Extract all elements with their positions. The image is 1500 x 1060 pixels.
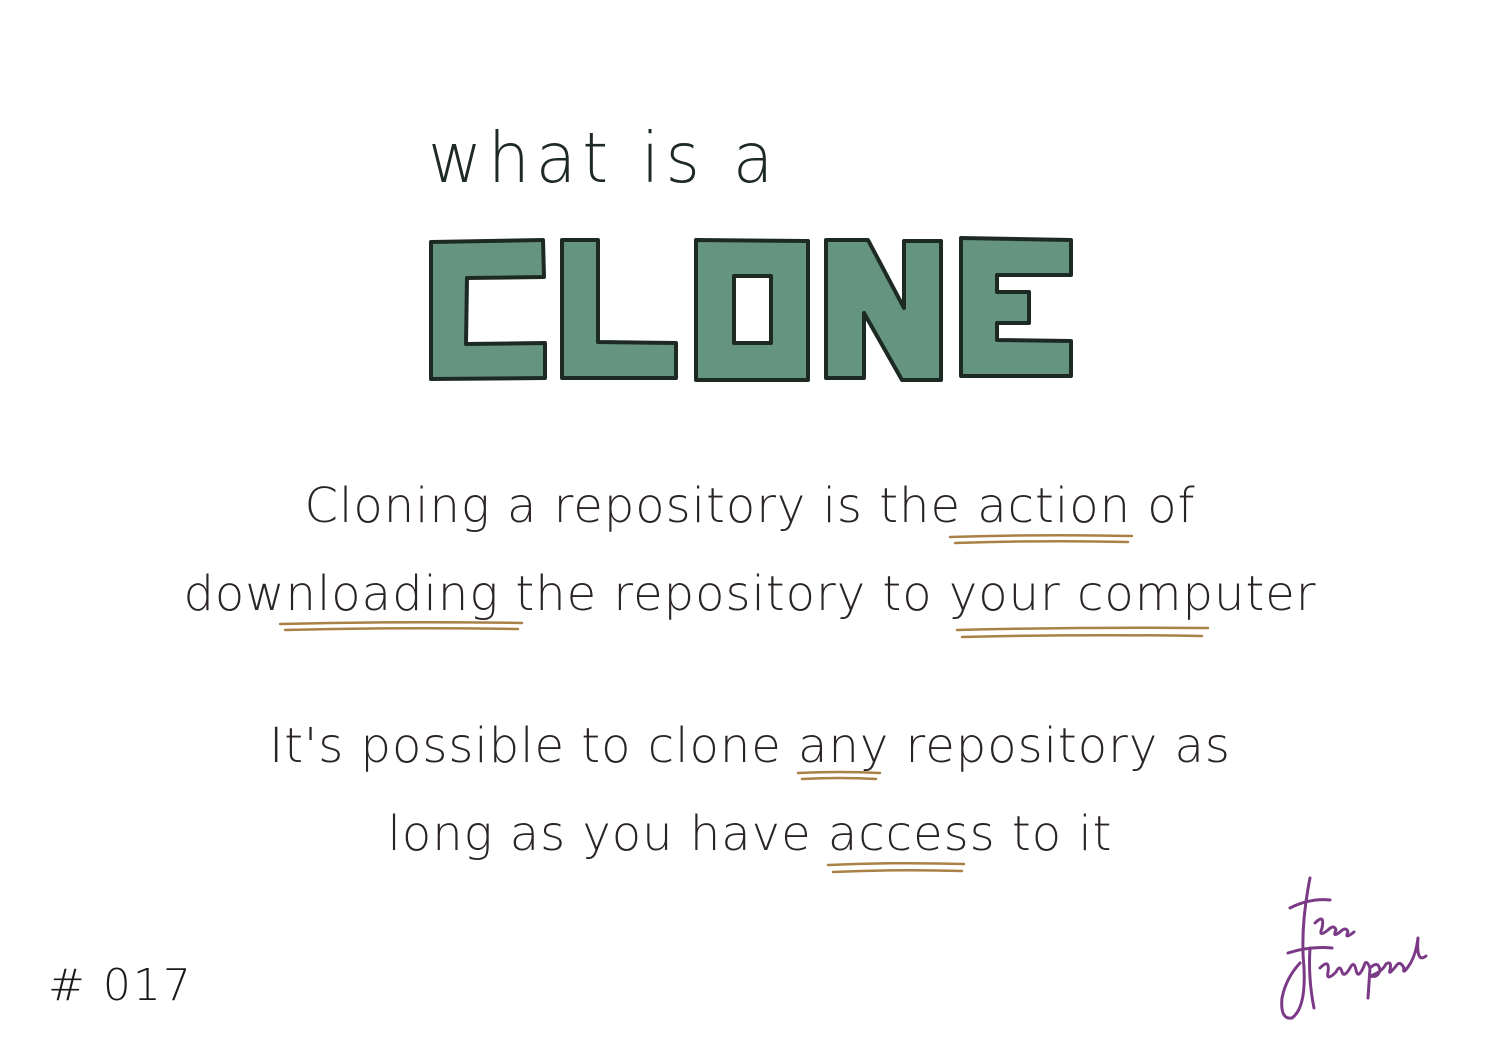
text-segment: long as you have xyxy=(387,806,828,862)
emphasis-action-of: action of xyxy=(977,478,1196,534)
card-number: # 017 xyxy=(48,960,193,1011)
underline-your-computer xyxy=(955,626,1210,639)
emphasis-access: access xyxy=(827,806,996,862)
paragraph2-line2: long as you have access to it xyxy=(0,806,1500,862)
title-clone xyxy=(429,236,1073,382)
card: what is a Cloning a repository is the ac… xyxy=(0,0,1500,1060)
emphasis-any: any xyxy=(798,718,890,774)
emphasis-your-computer: your computer xyxy=(948,566,1317,622)
text-segment: the repository to xyxy=(499,566,949,622)
underline-action-of xyxy=(948,533,1134,545)
text-segment: repository as xyxy=(889,718,1231,774)
underline-access xyxy=(826,861,966,874)
text-segment: Cloning a repository is the xyxy=(304,478,978,534)
underline-downloading xyxy=(278,620,524,632)
paragraph1-line1: Cloning a repository is the action of xyxy=(0,478,1500,534)
text-segment: It's possible to clone xyxy=(269,718,799,774)
paragraph2-line1: It's possible to clone any repository as xyxy=(0,718,1500,774)
text-segment: to it xyxy=(995,806,1113,862)
emphasis-downloading: downloading xyxy=(183,566,500,622)
paragraph1-line2: downloading the repository to your compu… xyxy=(0,566,1500,622)
signature-logo xyxy=(1280,876,1428,1020)
